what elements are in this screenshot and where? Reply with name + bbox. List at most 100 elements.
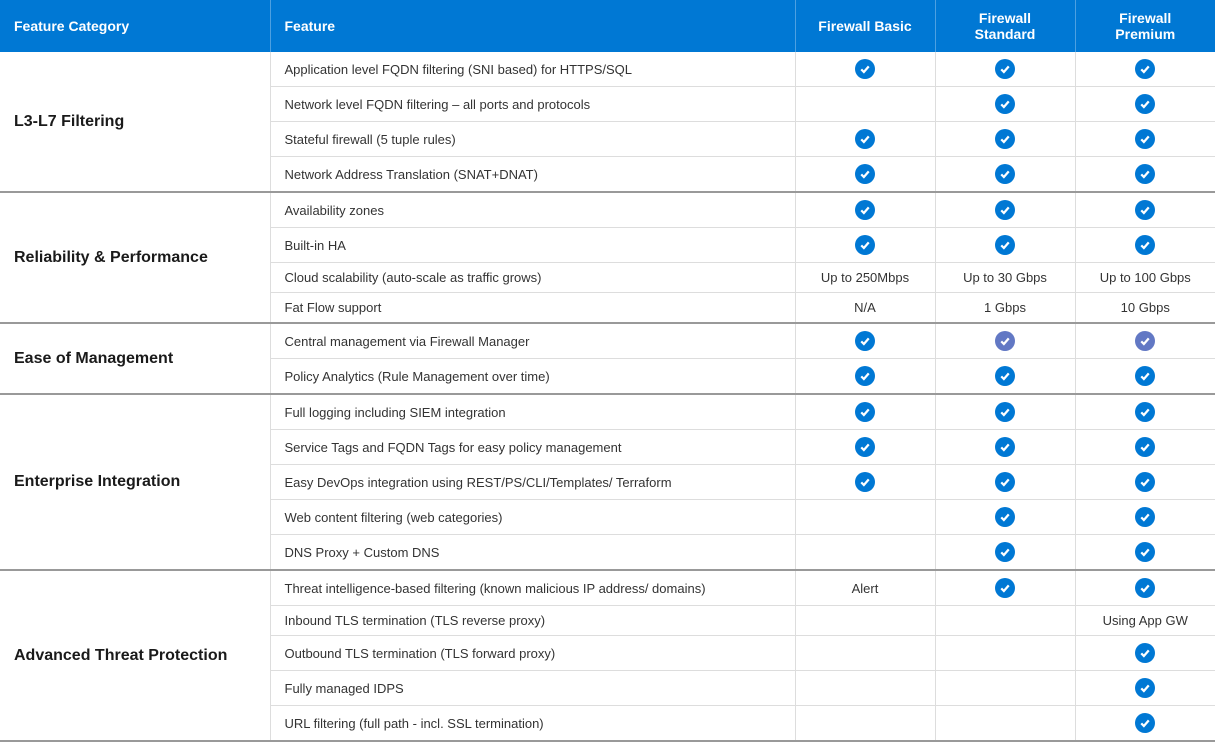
basic-cell <box>795 87 935 122</box>
table-row: Advanced Threat ProtectionThreat intelli… <box>0 570 1215 606</box>
check-icon <box>855 472 875 492</box>
check-icon <box>1135 366 1155 386</box>
feature-cell: Network level FQDN filtering – all ports… <box>270 87 795 122</box>
premium-cell <box>1075 570 1215 606</box>
feature-cell: Cloud scalability (auto-scale as traffic… <box>270 263 795 293</box>
cell-text: Up to 100 Gbps <box>1100 270 1191 285</box>
category-cell: L3-L7 Filtering <box>0 52 270 192</box>
cell-text: 10 Gbps <box>1121 300 1170 315</box>
basic-cell <box>795 636 935 671</box>
check-icon <box>995 164 1015 184</box>
feature-cell: Web content filtering (web categories) <box>270 500 795 535</box>
basic-cell <box>795 228 935 263</box>
table-row: Enterprise IntegrationFull logging inclu… <box>0 394 1215 430</box>
feature-cell: Outbound TLS termination (TLS forward pr… <box>270 636 795 671</box>
premium-cell <box>1075 706 1215 742</box>
check-icon <box>995 472 1015 492</box>
standard-cell <box>935 606 1075 636</box>
check-icon <box>855 164 875 184</box>
standard-cell <box>935 465 1075 500</box>
check-icon <box>995 59 1015 79</box>
premium-cell: 10 Gbps <box>1075 293 1215 324</box>
comparison-table-container: Feature Category Feature Firewall Basic … <box>0 0 1215 742</box>
standard-cell <box>935 636 1075 671</box>
header-category: Feature Category <box>0 0 270 52</box>
feature-cell: Availability zones <box>270 192 795 228</box>
feature-cell: Network Address Translation (SNAT+DNAT) <box>270 157 795 193</box>
check-icon <box>1135 643 1155 663</box>
header-premium: Firewall Premium <box>1075 0 1215 52</box>
basic-cell: Alert <box>795 570 935 606</box>
check-icon <box>1135 200 1155 220</box>
check-icon <box>1135 578 1155 598</box>
category-cell: Reliability & Performance <box>0 192 270 323</box>
basic-cell <box>795 359 935 395</box>
standard-cell <box>935 671 1075 706</box>
premium-cell <box>1075 228 1215 263</box>
feature-cell: Built-in HA <box>270 228 795 263</box>
premium-cell <box>1075 430 1215 465</box>
premium-cell <box>1075 359 1215 395</box>
check-icon <box>995 200 1015 220</box>
check-icon <box>855 402 875 422</box>
header-basic: Firewall Basic <box>795 0 935 52</box>
check-icon <box>855 200 875 220</box>
standard-cell <box>935 192 1075 228</box>
cell-text: Using App GW <box>1103 613 1188 628</box>
cell-text: Up to 250Mbps <box>821 270 909 285</box>
premium-cell <box>1075 87 1215 122</box>
table-body: L3-L7 FilteringApplication level FQDN fi… <box>0 52 1215 741</box>
check-icon <box>1135 542 1155 562</box>
standard-cell <box>935 359 1075 395</box>
feature-cell: Policy Analytics (Rule Management over t… <box>270 359 795 395</box>
check-icon <box>995 578 1015 598</box>
check-icon <box>1135 129 1155 149</box>
check-icon <box>995 507 1015 527</box>
premium-cell <box>1075 636 1215 671</box>
basic-cell: N/A <box>795 293 935 324</box>
standard-cell: Up to 30 Gbps <box>935 263 1075 293</box>
feature-cell: DNS Proxy + Custom DNS <box>270 535 795 571</box>
cell-text: 1 Gbps <box>984 300 1026 315</box>
feature-cell: URL filtering (full path - incl. SSL ter… <box>270 706 795 742</box>
table-header: Feature Category Feature Firewall Basic … <box>0 0 1215 52</box>
check-icon <box>855 366 875 386</box>
basic-cell <box>795 430 935 465</box>
basic-cell <box>795 500 935 535</box>
comparison-table: Feature Category Feature Firewall Basic … <box>0 0 1215 742</box>
check-icon <box>995 94 1015 114</box>
standard-cell: 1 Gbps <box>935 293 1075 324</box>
check-icon <box>855 331 875 351</box>
basic-cell <box>795 606 935 636</box>
feature-cell: Inbound TLS termination (TLS reverse pro… <box>270 606 795 636</box>
basic-cell <box>795 323 935 359</box>
standard-cell <box>935 52 1075 87</box>
premium-cell <box>1075 157 1215 193</box>
feature-cell: Central management via Firewall Manager <box>270 323 795 359</box>
check-icon <box>995 366 1015 386</box>
premium-cell <box>1075 323 1215 359</box>
category-cell: Enterprise Integration <box>0 394 270 570</box>
standard-cell <box>935 500 1075 535</box>
premium-cell <box>1075 192 1215 228</box>
check-icon <box>1135 331 1155 351</box>
feature-cell: Full logging including SIEM integration <box>270 394 795 430</box>
basic-cell <box>795 122 935 157</box>
premium-cell <box>1075 535 1215 571</box>
basic-cell <box>795 192 935 228</box>
feature-cell: Application level FQDN filtering (SNI ba… <box>270 52 795 87</box>
standard-cell <box>935 87 1075 122</box>
basic-cell <box>795 706 935 742</box>
standard-cell <box>935 706 1075 742</box>
check-icon <box>855 235 875 255</box>
check-icon <box>1135 94 1155 114</box>
table-row: L3-L7 FilteringApplication level FQDN fi… <box>0 52 1215 87</box>
standard-cell <box>935 430 1075 465</box>
feature-cell: Fat Flow support <box>270 293 795 324</box>
check-icon <box>1135 437 1155 457</box>
premium-cell: Up to 100 Gbps <box>1075 263 1215 293</box>
check-icon <box>1135 472 1155 492</box>
check-icon <box>995 331 1015 351</box>
standard-cell <box>935 323 1075 359</box>
standard-cell <box>935 228 1075 263</box>
